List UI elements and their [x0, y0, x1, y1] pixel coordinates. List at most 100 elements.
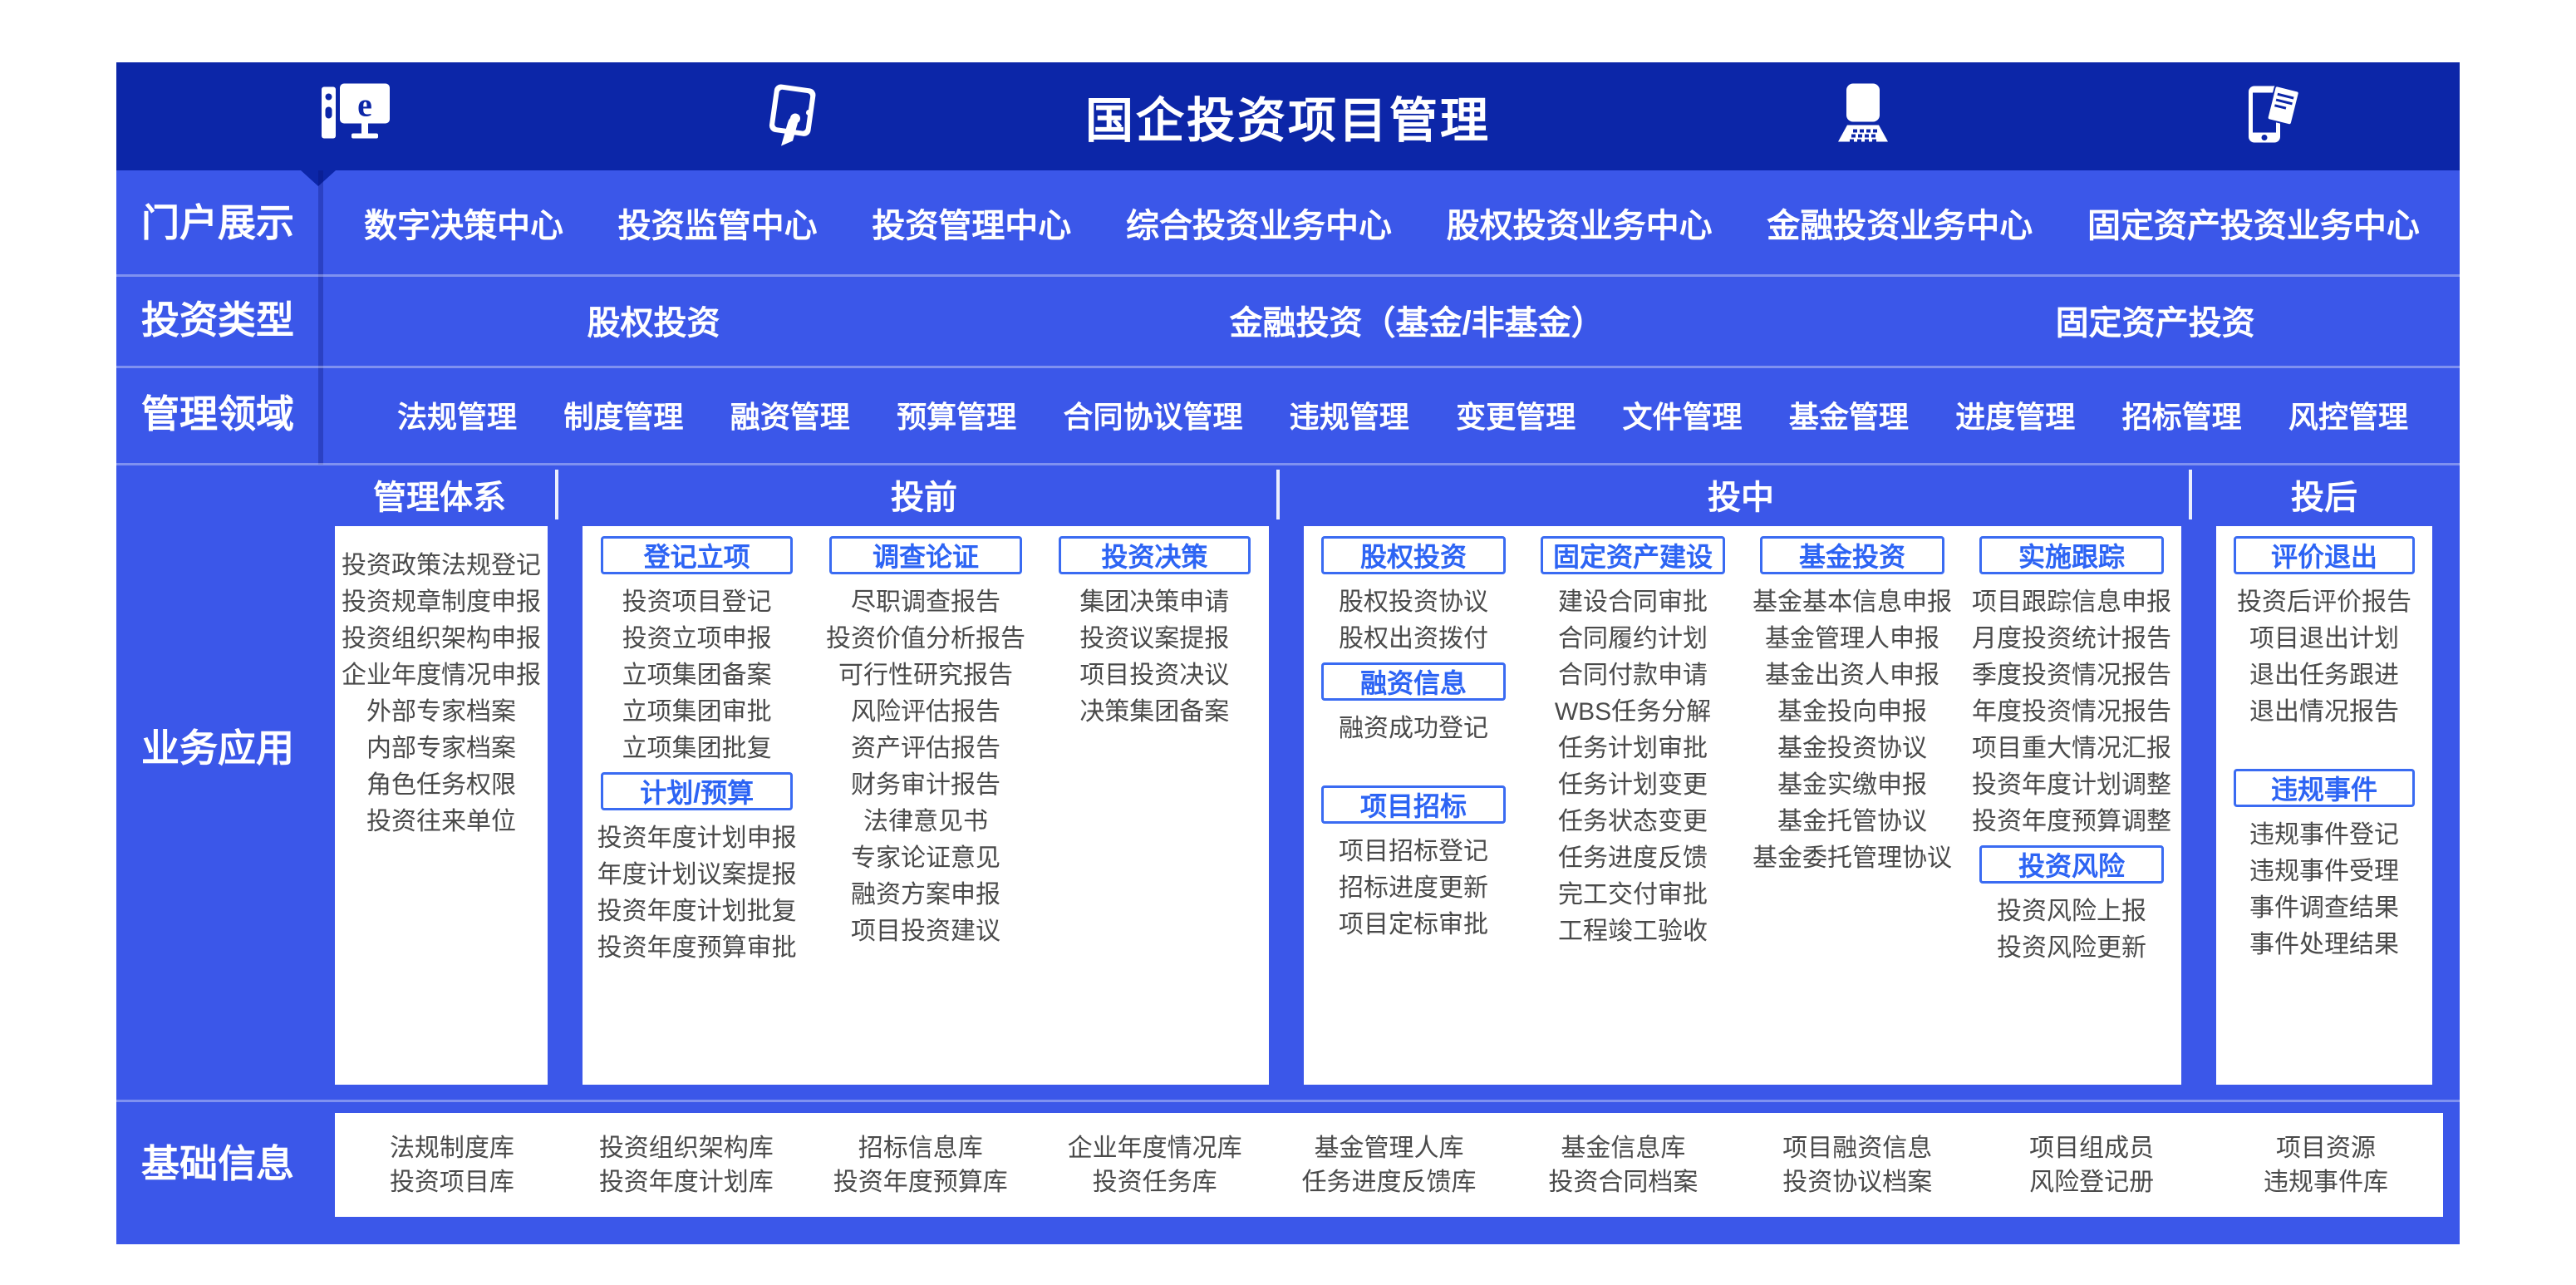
section-mid-investment: 投中 股权投资股权投资协议股权出资拨付融资信息融资成功登记项目招标项目招标登记招…	[1293, 470, 2192, 1085]
module-item: 基金基本信息申报	[1753, 584, 1952, 621]
page: e 国企投资项目管理	[0, 0, 2576, 1285]
module-group-button[interactable]: 固定资产建设	[1541, 536, 1725, 574]
base-info-panel: 法规制度库投资项目库投资组织架构库投资年度计划库招标信息库投资年度预算库企业年度…	[335, 1113, 2443, 1217]
module-item: 建设合同审批	[1558, 584, 1708, 621]
module-item: 基金实缴申报	[1777, 767, 1927, 804]
module-item: 立项集团备案	[622, 657, 772, 694]
row-separator	[116, 1100, 2460, 1102]
module-item: 财务审计报告	[851, 767, 1000, 804]
module-group-button[interactable]: 违规事件	[2234, 769, 2415, 807]
module-group-button[interactable]: 实施跟踪	[1979, 536, 2164, 574]
module-item: 法律意见书	[863, 804, 988, 840]
module-group-button[interactable]: 融资信息	[1321, 662, 1506, 701]
management-domain-label: 预算管理	[897, 393, 1016, 436]
module-group-button[interactable]: 计划/预算	[601, 772, 793, 810]
module-item: 融资方案申报	[851, 877, 1000, 913]
module-group-button[interactable]: 基金投资	[1760, 536, 1944, 574]
module-group-button[interactable]: 投资决策	[1059, 536, 1251, 574]
module-item: 决策集团备案	[1079, 694, 1229, 731]
module-group-button[interactable]: 评价退出	[2234, 536, 2415, 574]
portal-center-link[interactable]: 固定资产投资业务中心	[2087, 199, 2420, 247]
app-header: e 国企投资项目管理	[116, 62, 2460, 170]
module-item: 年度投资情况报告	[1972, 694, 2171, 731]
investment-type-label: 金融投资（基金/非基金）	[983, 296, 1851, 344]
pc-browser-icon: e	[320, 82, 395, 151]
module-group-button[interactable]: 调查论证	[829, 536, 1021, 574]
base-library-item: 企业年度情况库	[1068, 1131, 1242, 1165]
sidebar-label-business: 业务应用	[116, 723, 319, 773]
page-title: 国企投资项目管理	[1085, 81, 1491, 151]
base-info-column: 企业年度情况库投资任务库	[1038, 1131, 1272, 1199]
module-item: 任务状态变更	[1558, 804, 1708, 840]
management-domain-label: 文件管理	[1623, 393, 1743, 436]
module-item: 投资往来单位	[366, 804, 516, 840]
management-domain-label: 法规管理	[397, 393, 517, 436]
module-column: 基金投资基金基本信息申报基金管理人申报基金出资人申报基金投向申报基金投资协议基金…	[1743, 526, 1962, 1085]
module-item: 投资政策法规登记	[342, 548, 541, 584]
base-info-column: 招标信息库投资年度预算库	[804, 1131, 1038, 1199]
portal-center-link[interactable]: 综合投资业务中心	[1126, 199, 1392, 247]
section-title: 管理体系	[324, 470, 558, 519]
base-info-column: 法规制度库投资项目库	[335, 1131, 569, 1199]
module-group-button[interactable]: 投资风险	[1979, 845, 2164, 884]
module-item: 项目投资建议	[851, 913, 1000, 950]
portal-center-link[interactable]: 投资监管中心	[618, 199, 818, 247]
tablet-touch-icon	[756, 80, 826, 154]
module-item: 投资立项申报	[622, 621, 772, 657]
module-item: 股权出资拨付	[1339, 621, 1488, 657]
base-info-column: 投资组织架构库投资年度计划库	[569, 1131, 804, 1199]
base-library-item: 项目融资信息	[1782, 1131, 1932, 1165]
module-item: 可行性研究报告	[838, 657, 1013, 694]
module-group-button[interactable]: 项目招标	[1321, 785, 1506, 824]
base-library-item: 任务进度反馈库	[1301, 1165, 1476, 1199]
sidebar-label-portal: 门户展示	[116, 198, 319, 248]
management-domain-label: 违规管理	[1290, 393, 1409, 436]
base-library-item: 投资协议档案	[1782, 1165, 1932, 1199]
module-item: 立项集团审批	[622, 694, 772, 731]
module-item: 项目退出计划	[2249, 621, 2399, 657]
portal-center-link[interactable]: 金融投资业务中心	[1767, 199, 2033, 247]
base-info-column: 项目组成员风险登记册	[1974, 1131, 2209, 1199]
portal-center-link[interactable]: 投资管理中心	[872, 199, 1071, 247]
module-column: 调查论证尽职调查报告投资价值分析报告可行性研究报告风险评估报告资产评估报告财务审…	[811, 526, 1040, 1085]
module-item: 投资议案提报	[1079, 621, 1229, 657]
sidebar-label-base: 基础信息	[116, 1139, 319, 1189]
base-library-item: 投资年度计划库	[599, 1165, 774, 1199]
module-group-button[interactable]: 股权投资	[1321, 536, 1506, 574]
module-item: 项目跟踪信息申报	[1972, 584, 2171, 621]
base-info-column: 项目资源违规事件库	[2209, 1131, 2443, 1199]
management-domain-label: 基金管理	[1789, 393, 1909, 436]
module-item: 基金出资人申报	[1765, 657, 1939, 694]
module-item: 违规事件登记	[2249, 817, 2399, 854]
section-pre-investment: 投前 登记立项投资项目登记投资立项申报立项集团备案立项集团审批立项集团批复计划/…	[572, 470, 1280, 1085]
base-info-column: 基金信息库投资合同档案	[1506, 1131, 1740, 1199]
management-domain-label: 招标管理	[2122, 393, 2242, 436]
module-column: 股权投资股权投资协议股权出资拨付融资信息融资成功登记项目招标项目招标登记招标进度…	[1304, 526, 1523, 1085]
module-group-button[interactable]: 登记立项	[601, 536, 793, 574]
module-item: 投资年度计划批复	[597, 894, 797, 930]
module-item: 资产评估报告	[851, 731, 1000, 767]
management-domain-label: 风控管理	[2288, 393, 2408, 436]
module-item: 投资价值分析报告	[826, 621, 1025, 657]
portal-center-link[interactable]: 股权投资业务中心	[1447, 199, 1713, 247]
base-library-item: 基金管理人库	[1314, 1131, 1463, 1165]
investment-type-label: 股权投资	[324, 296, 983, 344]
module-item: 事件调查结果	[2249, 890, 2399, 927]
business-application-area: 管理体系 投资政策法规登记投资规章制度申报投资组织架构申报企业年度情况申报外部专…	[324, 470, 2460, 1085]
portal-center-link[interactable]: 数字决策中心	[364, 199, 563, 247]
investment-type-row: 股权投资金融投资（基金/非基金）固定资产投资	[324, 274, 2460, 366]
module-item: 项目投资决议	[1079, 657, 1229, 694]
module-item: 违规事件受理	[2249, 854, 2399, 890]
module-column: 投资决策集团决策申请投资议案提报项目投资决议决策集团备案	[1040, 526, 1269, 1085]
mobile-report-icon	[2234, 80, 2303, 154]
module-item: 投资组织架构申报	[342, 621, 541, 657]
module-column: 评价退出投资后评价报告项目退出计划退出任务跟进退出情况报告违规事件违规事件登记违…	[2216, 526, 2432, 1085]
base-library-item: 项目组成员	[2029, 1131, 2154, 1165]
module-item: 任务进度反馈	[1558, 840, 1708, 877]
module-item: 投资年度预算调整	[1972, 804, 2171, 840]
sidebar-label-type: 投资类型	[116, 295, 319, 345]
module-item: 基金管理人申报	[1765, 621, 1939, 657]
module-item: 股权投资协议	[1339, 584, 1488, 621]
module-item: 合同履约计划	[1558, 621, 1708, 657]
module-item: 外部专家档案	[366, 694, 516, 731]
